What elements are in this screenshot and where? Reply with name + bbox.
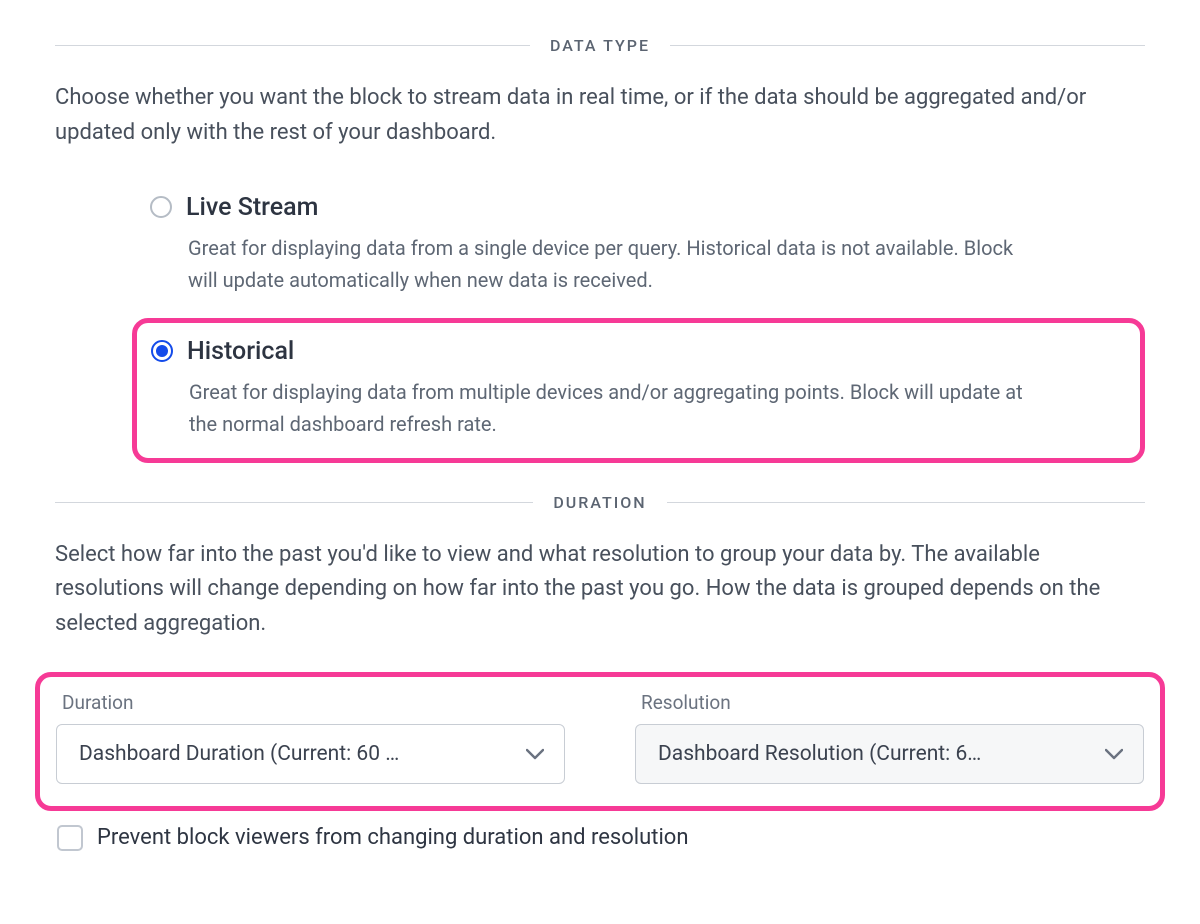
divider-line xyxy=(55,502,533,503)
duration-description: Select how far into the past you'd like … xyxy=(55,538,1145,642)
duration-field: Duration Dashboard Duration (Current: 60… xyxy=(56,691,565,784)
data-type-description: Choose whether you want the block to str… xyxy=(55,81,1145,151)
prevent-change-label: Prevent block viewers from changing dura… xyxy=(97,825,689,850)
radio-option-historical[interactable]: Historical Great for displaying data fro… xyxy=(151,337,1116,440)
duration-select[interactable]: Dashboard Duration (Current: 60 … xyxy=(56,724,565,784)
resolution-field: Resolution Dashboard Resolution (Current… xyxy=(635,691,1144,784)
radio-title-live: Live Stream xyxy=(186,193,318,222)
resolution-select[interactable]: Dashboard Resolution (Current: 6… xyxy=(635,724,1144,784)
section-divider-data-type: DATA TYPE xyxy=(55,36,1145,55)
highlighted-duration-fields: Duration Dashboard Duration (Current: 60… xyxy=(35,672,1165,811)
duration-label: Duration xyxy=(56,691,565,714)
section-heading-data-type: DATA TYPE xyxy=(550,36,650,55)
section-divider-duration: DURATION xyxy=(55,493,1145,512)
divider-line xyxy=(667,502,1145,503)
radio-subtitle-live: Great for displaying data from a single … xyxy=(150,232,1030,296)
radio-icon-selected xyxy=(151,340,173,362)
resolution-label: Resolution xyxy=(635,691,1144,714)
resolution-select-value: Dashboard Resolution (Current: 6… xyxy=(658,742,981,766)
highlighted-historical-option: Historical Great for displaying data fro… xyxy=(132,318,1145,463)
divider-line xyxy=(55,45,530,46)
divider-line xyxy=(670,45,1145,46)
radio-subtitle-historical: Great for displaying data from multiple … xyxy=(151,376,1031,440)
duration-select-value: Dashboard Duration (Current: 60 … xyxy=(79,742,399,766)
radio-option-live-stream[interactable]: Live Stream Great for displaying data fr… xyxy=(150,181,1145,314)
radio-title-historical: Historical xyxy=(187,337,294,366)
section-heading-duration: DURATION xyxy=(553,493,646,512)
chevron-down-icon xyxy=(526,748,544,760)
checkbox-icon xyxy=(57,825,83,851)
chevron-down-icon xyxy=(1105,748,1123,760)
data-type-radio-group: Live Stream Great for displaying data fr… xyxy=(55,181,1145,463)
radio-icon xyxy=(150,196,172,218)
prevent-change-checkbox-row[interactable]: Prevent block viewers from changing dura… xyxy=(55,825,1145,851)
